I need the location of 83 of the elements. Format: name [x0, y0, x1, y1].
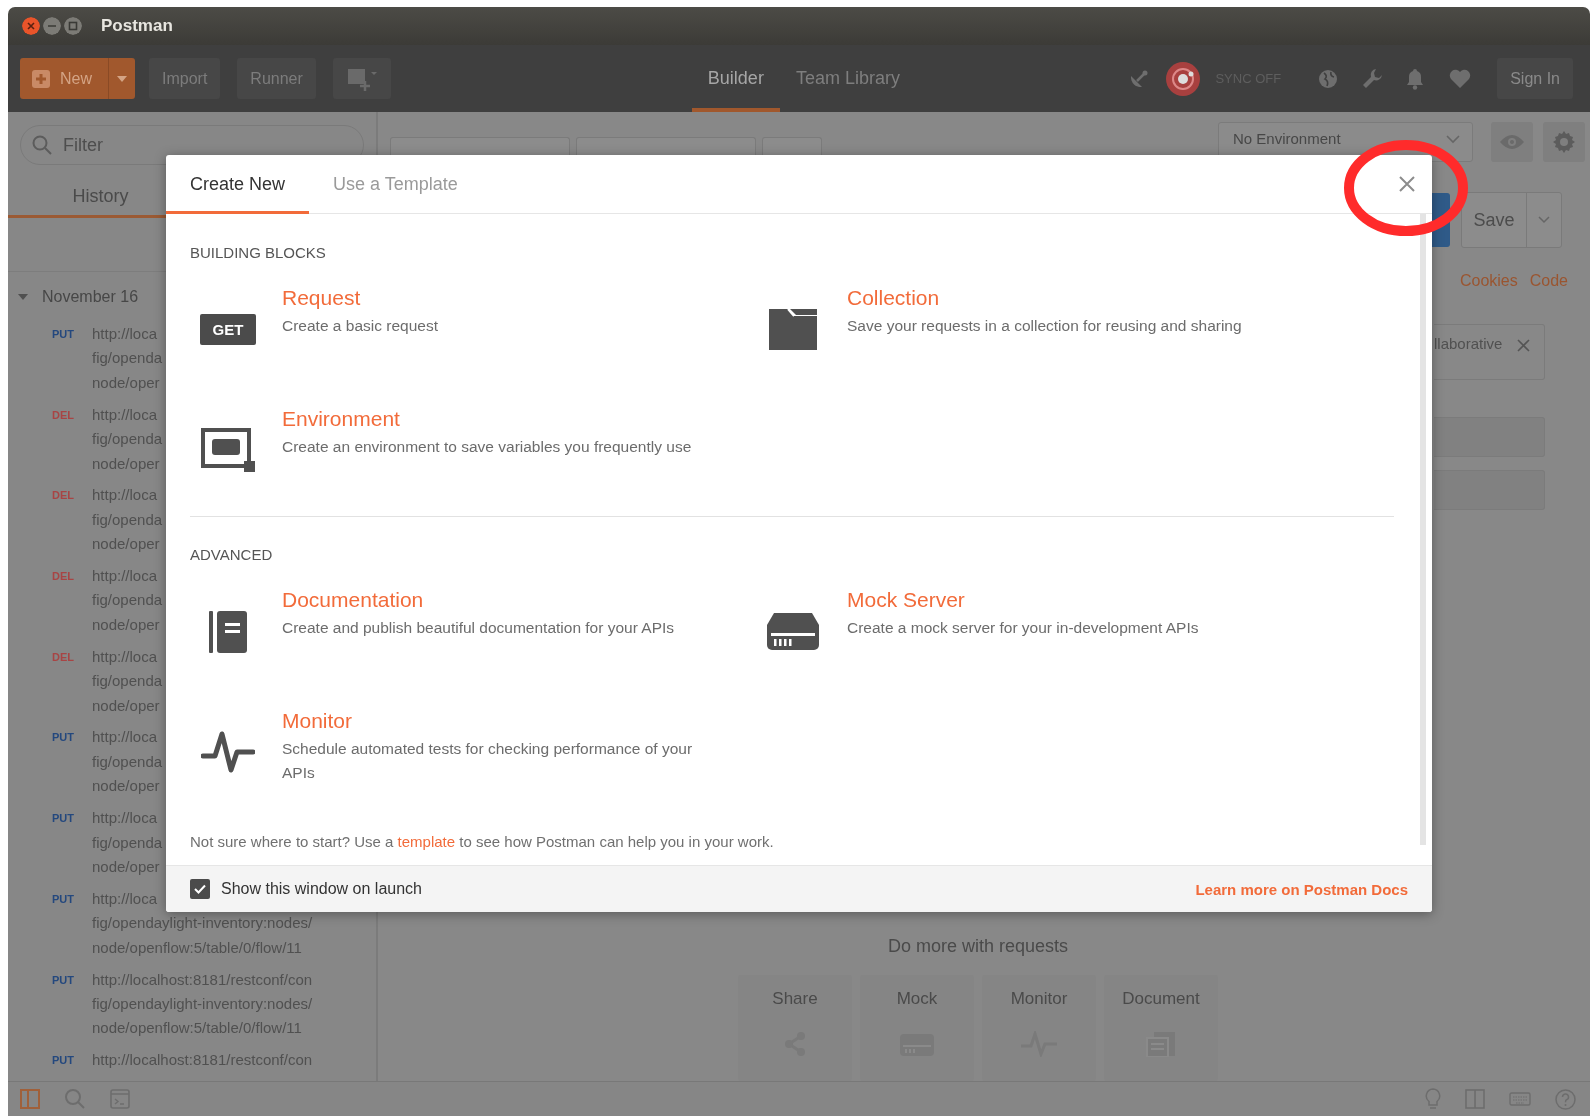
- item-title[interactable]: Environment: [282, 406, 692, 432]
- method-label: PUT: [52, 891, 75, 907]
- checkbox[interactable]: [190, 879, 210, 899]
- method-label: PUT: [52, 730, 75, 746]
- item-description: Create and publish beautiful documentation for your APIs: [282, 618, 675, 638]
- expand-arrow-icon[interactable]: [18, 292, 28, 302]
- filter-field[interactable]: Filter: [20, 125, 364, 165]
- caret-icon: [117, 75, 127, 82]
- section-title: ADVANCED: [190, 545, 274, 565]
- notice-text: llaborative: [1434, 335, 1503, 354]
- new-button[interactable]: New: [20, 58, 108, 99]
- action-label: Monitor: [1010, 989, 1068, 1009]
- item-title[interactable]: Monitor: [282, 708, 712, 734]
- keyboard-icon[interactable]: [1509, 1092, 1531, 1106]
- bell-icon[interactable]: [1406, 67, 1425, 90]
- docs-link[interactable]: Learn more on Postman Docs: [1195, 880, 1408, 898]
- close-icon[interactable]: [22, 17, 40, 35]
- hint-text: Not sure where to start? Use a template to see how Postman can help you in your work.: [190, 833, 775, 850]
- window-icon: [200, 427, 256, 473]
- dropdown-button[interactable]: [108, 58, 135, 99]
- method-label: PUT: [52, 327, 75, 342]
- minimize-icon[interactable]: [43, 17, 61, 35]
- method-label: DEL: [52, 407, 75, 423]
- window-plus-icon: [346, 66, 377, 91]
- pulse-icon: [201, 730, 255, 774]
- chevron-icon: [1446, 135, 1460, 144]
- item-title[interactable]: Documentation: [282, 587, 675, 613]
- two-pane-icon[interactable]: [1465, 1089, 1485, 1109]
- settings-button[interactable]: [1543, 122, 1585, 162]
- sync-icon: [1170, 65, 1197, 92]
- new-window-button[interactable]: [332, 58, 391, 99]
- modal-tab[interactable]: Create New: [166, 155, 310, 214]
- lightbulb-icon[interactable]: [1425, 1088, 1441, 1110]
- method-label: DEL: [52, 569, 75, 585]
- item-title[interactable]: Request: [282, 285, 438, 311]
- chevron-icon: [1538, 216, 1550, 224]
- search-icon: [32, 135, 52, 155]
- item-description: Create a mock server for your in-development APIs: [847, 618, 1199, 638]
- item-description: Create an environment to save variables you frequently use: [282, 437, 692, 457]
- close-icon[interactable]: [1517, 339, 1530, 352]
- folder-icon: [768, 307, 818, 351]
- checkmark-icon: [194, 884, 206, 894]
- globe-icon[interactable]: [1318, 68, 1339, 89]
- item-description: Schedule automated tests for checking performance of your APIs: [282, 739, 694, 783]
- method-label: PUT: [52, 811, 75, 827]
- nav-tab[interactable]: Team Library: [779, 45, 916, 112]
- sidebar-toggle-icon[interactable]: [20, 1089, 40, 1109]
- method-label: DEL: [52, 649, 75, 665]
- item-title[interactable]: Mock Server: [847, 587, 1199, 613]
- item-title[interactable]: Collection: [847, 285, 1242, 311]
- checkbox-label: Show this window on launch: [221, 880, 422, 898]
- header-link[interactable]: Cookies: [1459, 272, 1518, 290]
- item-description: Create a basic request: [282, 316, 438, 336]
- sign-in-button[interactable]: Sign In: [1497, 58, 1573, 99]
- maximize-icon[interactable]: [64, 17, 82, 35]
- console-icon[interactable]: [110, 1089, 130, 1109]
- book-icon: [208, 608, 248, 654]
- method-label: PUT: [52, 1053, 75, 1069]
- sync-button[interactable]: [1166, 61, 1201, 96]
- method-badge: GET: [199, 313, 257, 345]
- action-label: Document: [1122, 989, 1200, 1009]
- eye-button[interactable]: [1491, 122, 1533, 162]
- item-description: Save your requests in a collection for reusing and sharing: [847, 316, 1242, 336]
- scrollbar[interactable]: [1420, 214, 1426, 845]
- server-icon: [766, 611, 820, 651]
- empty-state-title: Do more with requests: [887, 936, 1069, 957]
- search-icon[interactable]: [64, 1088, 86, 1110]
- header-link[interactable]: Code: [1529, 272, 1568, 290]
- date-group-header[interactable]: November 16: [42, 288, 139, 306]
- section-title: BUILDING BLOCKS: [190, 243, 327, 263]
- heart-icon[interactable]: [1449, 68, 1472, 89]
- input-field[interactable]: [1434, 470, 1545, 510]
- template-link[interactable]: template: [397, 833, 456, 850]
- close-icon[interactable]: [1399, 176, 1415, 192]
- input-field[interactable]: [1434, 417, 1545, 457]
- method-label: DEL: [52, 488, 75, 504]
- settings-icon: [1552, 130, 1576, 154]
- action-label: Share: [772, 989, 818, 1009]
- action-label: Mock: [896, 989, 938, 1009]
- window-title: Postman: [101, 16, 173, 36]
- help-icon[interactable]: [1555, 1088, 1576, 1110]
- method-label: PUT: [52, 972, 75, 988]
- plus-icon: [32, 69, 50, 88]
